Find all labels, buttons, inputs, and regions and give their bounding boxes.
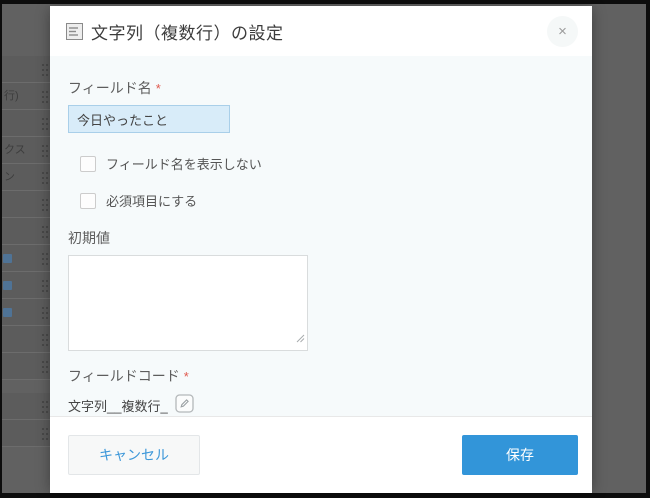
field-type-icon — [3, 308, 12, 317]
drag-handle-icon — [42, 428, 44, 430]
hide-field-name-label: フィールド名を表示しない — [106, 157, 262, 172]
field-code-label: フィールドコード * — [68, 368, 189, 384]
drag-handle-icon — [42, 91, 44, 93]
initial-value-label: 初期値 — [68, 230, 110, 246]
resize-handle-icon[interactable] — [296, 330, 305, 348]
dialog-footer: キャンセル 保存 — [50, 416, 592, 493]
required-field-checkbox-row[interactable]: 必須項目にする — [80, 191, 574, 210]
background-field-list-item: 行) — [2, 83, 51, 110]
close-button[interactable]: × — [547, 16, 578, 47]
background-list-gap — [2, 380, 51, 393]
field-item-label-fragment: 行) — [4, 90, 19, 102]
required-asterisk: * — [183, 369, 189, 384]
field-code-value: 文字列__複数行_ — [68, 398, 168, 414]
field-code-row: 文字列__複数行_ — [68, 394, 574, 416]
screen: 行) クス ン 文字列（複数行）の設定 × フィールド名 * 今日やったこと フ… — [0, 0, 650, 498]
drag-handle-icon — [42, 361, 44, 363]
multiline-text-field-settings-dialog: 文字列（複数行）の設定 × フィールド名* フィールド名を表示しない 必須項目に… — [50, 6, 592, 493]
background-field-list-item: クス — [2, 137, 51, 164]
drag-handle-icon — [42, 334, 44, 336]
field-name-label: フィールド名 * — [68, 80, 161, 96]
required-field-checkbox[interactable] — [80, 192, 96, 209]
edit-field-code-button[interactable] — [175, 394, 194, 416]
field-type-icon — [3, 254, 12, 263]
initial-value-textarea[interactable] — [68, 255, 308, 351]
background-field-list-item — [2, 353, 51, 380]
hide-field-name-checkbox[interactable] — [80, 155, 96, 172]
field-type-icon — [3, 281, 12, 290]
drag-handle-icon — [42, 253, 44, 255]
background-field-list-item — [2, 218, 51, 245]
background-field-list-item — [2, 326, 51, 353]
initial-value-textarea-wrap — [68, 255, 308, 351]
background-field-list-item: ン — [2, 164, 51, 191]
drag-handle-icon — [42, 199, 44, 201]
required-asterisk: * — [155, 81, 161, 96]
drag-handle-icon — [42, 280, 44, 282]
drag-handle-icon — [42, 226, 44, 228]
background-field-list-item — [2, 245, 51, 272]
field-item-label-fragment: クス — [4, 144, 26, 156]
drag-handle-icon — [42, 401, 44, 403]
required-field-label: 必須項目にする — [106, 194, 198, 209]
dialog-body: フィールド名* フィールド名を表示しない 必須項目にする 初期値 — [50, 56, 592, 416]
drag-handle-icon — [42, 172, 44, 174]
drag-handle-icon — [42, 307, 44, 309]
background-field-list-item — [2, 420, 51, 447]
background-field-list-item — [2, 56, 51, 83]
save-button[interactable]: 保存 — [462, 435, 578, 475]
drag-handle-icon — [42, 145, 44, 147]
background-field-list-item — [2, 393, 51, 420]
drag-handle-icon — [42, 64, 44, 66]
background-field-list-item — [2, 299, 51, 326]
background-field-list-item — [2, 272, 51, 299]
hide-field-name-checkbox-row[interactable]: フィールド名を表示しない — [80, 154, 574, 173]
background-field-list-item — [2, 110, 51, 137]
background-field-list: 行) クス ン — [2, 56, 51, 447]
dialog-title: 文字列（複数行）の設定 — [91, 23, 284, 43]
cancel-button[interactable]: キャンセル — [68, 435, 200, 475]
close-icon: × — [558, 23, 567, 40]
field-item-label-fragment: ン — [4, 171, 15, 183]
dialog-header: 文字列（複数行）の設定 × — [50, 6, 592, 56]
background-field-list-item — [2, 191, 51, 218]
drag-handle-icon — [42, 118, 44, 120]
field-name-input[interactable] — [68, 105, 230, 133]
multiline-text-field-icon — [66, 22, 83, 40]
edit-pencil-icon — [175, 394, 194, 416]
